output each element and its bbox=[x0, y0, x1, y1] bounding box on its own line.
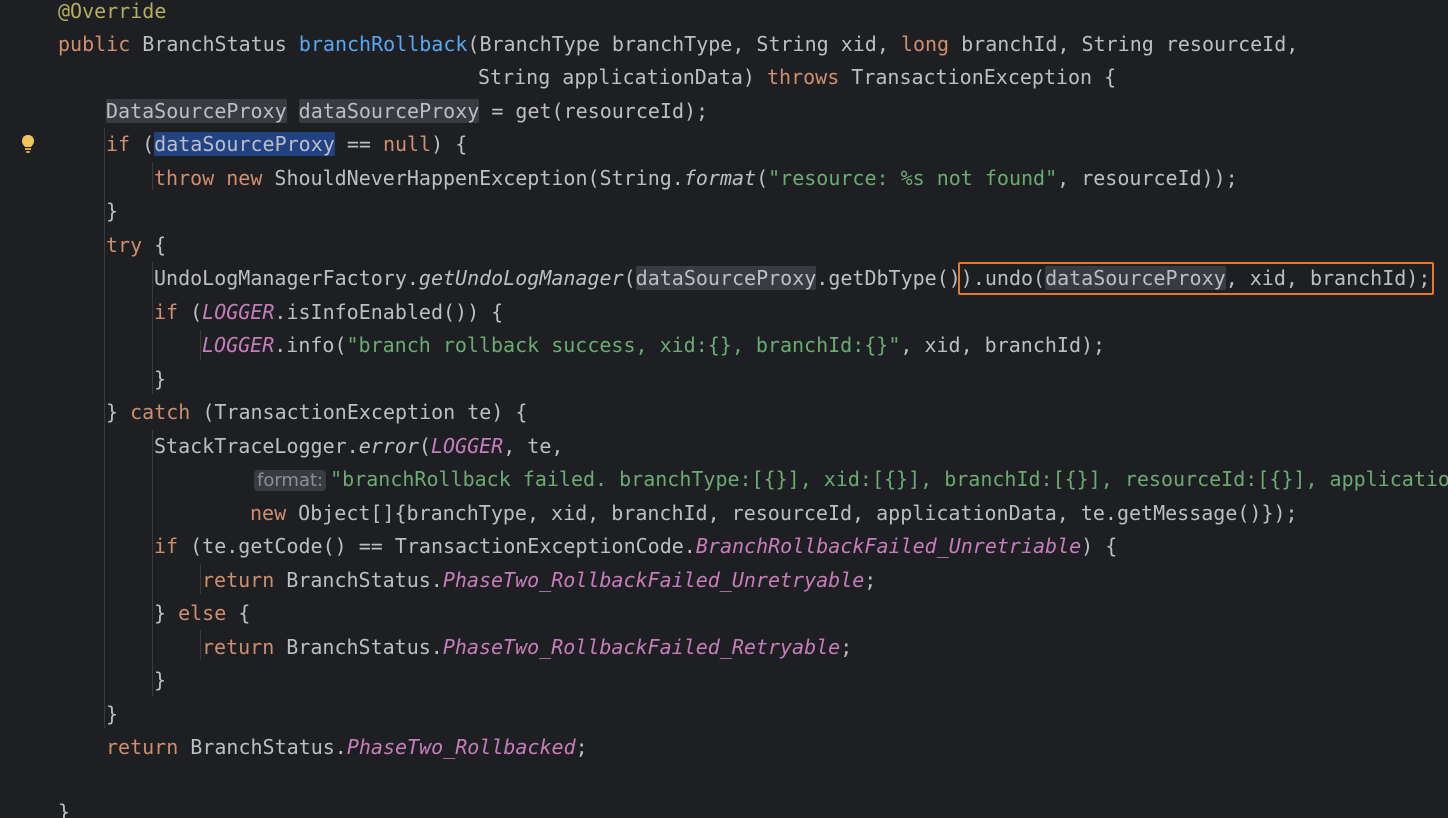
code-line-17: if (te.getCode() == TransactionException… bbox=[154, 534, 1118, 558]
indent-guide bbox=[152, 262, 153, 394]
code-annotation: @Override bbox=[58, 0, 167, 23]
code-editor[interactable]: @Override public BranchStatus branchRoll… bbox=[0, 0, 1448, 818]
code-line-12: } bbox=[154, 367, 167, 391]
code-line-3: String applicationData) throws Transacti… bbox=[478, 65, 1117, 89]
code-line-6: throw new ShouldNeverHappenException(Str… bbox=[154, 166, 1238, 190]
code-line-16: new Object[]{branchType, xid, branchId, … bbox=[250, 501, 1298, 525]
code-line-5: if (dataSourceProxy == null) { bbox=[106, 132, 468, 156]
code-line-15: format: "branchRollback failed. branchTyp… bbox=[254, 463, 1448, 497]
code-line-7: } bbox=[106, 199, 119, 223]
code-line-2: public BranchStatus branchRollback(Branc… bbox=[58, 32, 1299, 56]
indent-guide bbox=[104, 128, 105, 728]
inlay-parameter-hint: format: bbox=[254, 470, 327, 491]
lightbulb-icon[interactable] bbox=[21, 134, 35, 154]
code-line-11: LOGGER.info("branch rollback success, xi… bbox=[202, 333, 1106, 357]
code-line-20: return BranchStatus.PhaseTwo_RollbackFai… bbox=[202, 635, 853, 659]
code-line-10: if (LOGGER.isInfoEnabled()) { bbox=[154, 300, 504, 324]
code-line-19: } else { bbox=[154, 601, 251, 625]
indent-guide bbox=[200, 630, 201, 660]
code-line-8: try { bbox=[106, 233, 167, 257]
code-line-9: UndoLogManagerFactory.getUndoLogManager(… bbox=[154, 266, 1431, 290]
code-line-18: return BranchStatus.PhaseTwo_RollbackFai… bbox=[202, 568, 877, 592]
code-line-23: return BranchStatus.PhaseTwo_Rollbacked; bbox=[106, 735, 588, 759]
code-line-14: StackTraceLogger.error(LOGGER, te, bbox=[154, 434, 564, 458]
code-line-4: DataSourceProxy dataSourceProxy = get(re… bbox=[106, 99, 709, 123]
code-line-22: } bbox=[106, 702, 119, 726]
code-line-13: } catch (TransactionException te) { bbox=[106, 400, 528, 424]
indent-guide bbox=[152, 430, 153, 696]
code-line-21: } bbox=[154, 668, 167, 692]
indent-guide bbox=[200, 330, 201, 360]
indent-guide bbox=[200, 564, 201, 594]
code-line-1: @Override bbox=[58, 0, 166, 29]
indent-guide bbox=[152, 162, 153, 190]
code-line-25: } bbox=[58, 800, 71, 818]
